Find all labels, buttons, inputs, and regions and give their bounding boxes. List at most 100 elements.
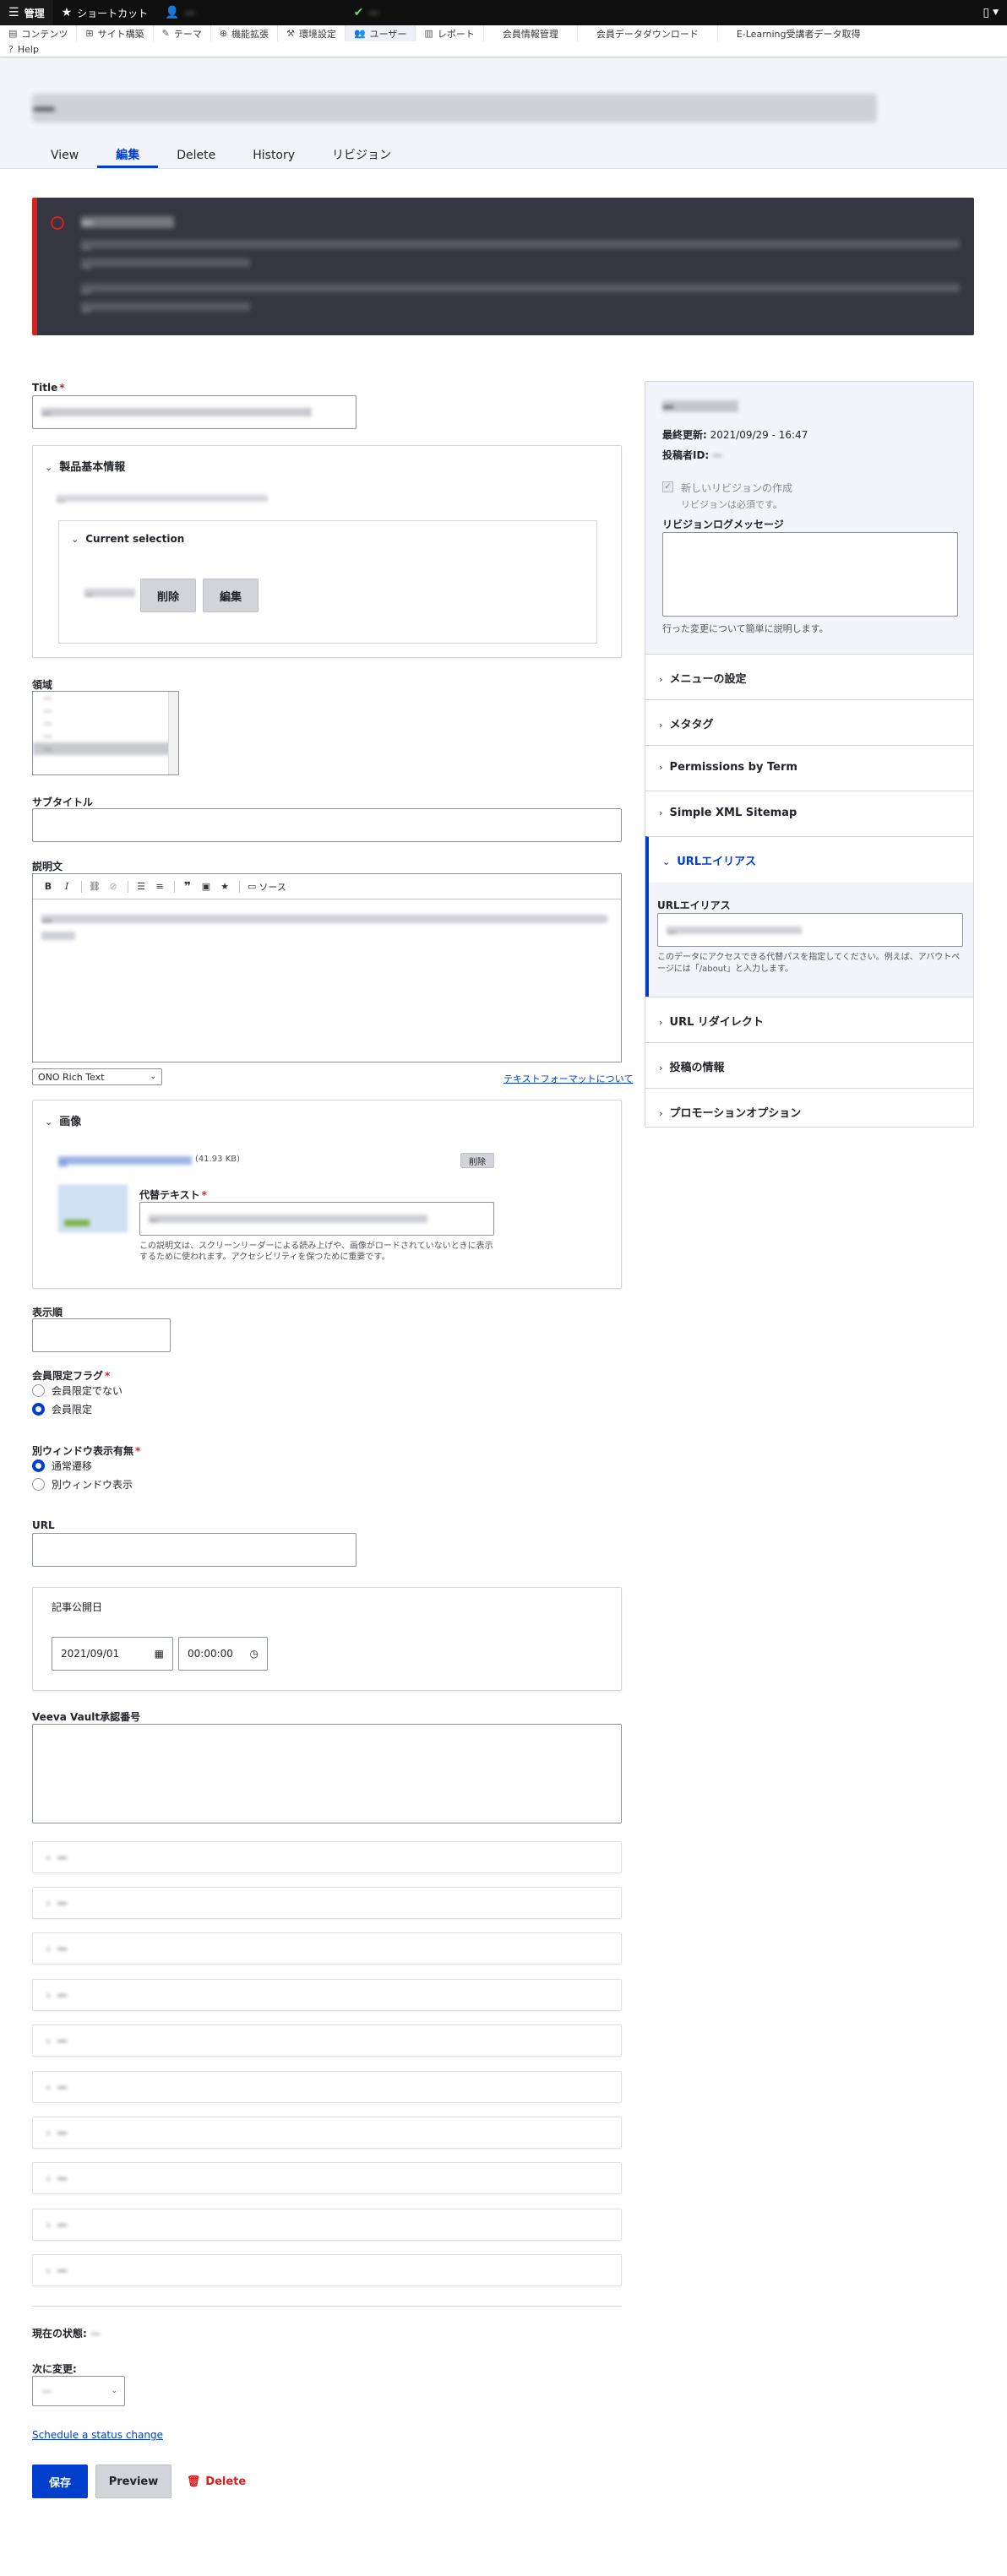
sidebar-item-sitemap[interactable]: › Simple XML Sitemap bbox=[645, 791, 973, 836]
display-order-input[interactable] bbox=[32, 1318, 171, 1352]
revision-log-textarea[interactable] bbox=[662, 532, 958, 617]
publish-time-input[interactable]: 00:00:00 ◷ bbox=[178, 1637, 268, 1671]
new-window-option-new[interactable]: 別ウィンドウ表示 bbox=[32, 1477, 133, 1492]
subtitle-input[interactable] bbox=[32, 808, 622, 842]
collapsed-group[interactable]: › — bbox=[32, 2024, 622, 2057]
chevron-down-icon: ⌄ bbox=[150, 1073, 156, 1081]
new-window-option-normal[interactable]: 通常遷移 bbox=[32, 1459, 92, 1473]
subscription-status[interactable]: ✔ — bbox=[346, 0, 580, 25]
numbered-list-icon[interactable]: ≡ bbox=[151, 878, 168, 895]
tray-item-help[interactable]: ? Help bbox=[0, 41, 47, 57]
publish-date-input[interactable]: 2021/09/01 ▦ bbox=[52, 1637, 173, 1671]
url-input[interactable] bbox=[32, 1533, 357, 1567]
sidebar-item-promotion[interactable]: › プロモーションオプション bbox=[645, 1088, 973, 1127]
tray-item-elearning[interactable]: E-Learning受講者データ取得 bbox=[718, 25, 879, 41]
italic-icon[interactable]: I bbox=[58, 878, 75, 895]
tray-item-people[interactable]: 👥 ユーザー bbox=[345, 25, 416, 41]
field-area-option[interactable]: — bbox=[33, 704, 178, 717]
collapsed-group[interactable]: › — bbox=[32, 2209, 622, 2241]
bulleted-list-icon[interactable]: ☰ bbox=[133, 878, 150, 895]
product-info-summary[interactable]: ⌄ 製品基本情報 bbox=[45, 458, 125, 474]
sidebar-item-authoring[interactable]: › 投稿の情報 bbox=[645, 1042, 973, 1088]
schedule-status-link[interactable]: Schedule a status change bbox=[32, 2429, 163, 2441]
text-format-select[interactable]: ONO Rich Text ⌄ bbox=[32, 1068, 162, 1085]
user-menu[interactable]: 👤 — bbox=[156, 0, 345, 25]
tray-item-members[interactable]: 会員情報管理 bbox=[484, 25, 578, 41]
chevron-down-icon: ⌄ bbox=[111, 2387, 117, 2395]
member-flag-option-no[interactable]: 会員限定でない bbox=[32, 1383, 122, 1398]
image-file-link[interactable]: — bbox=[58, 1156, 192, 1167]
collapsed-group[interactable]: › — bbox=[32, 1932, 622, 1965]
collapsed-group[interactable]: › — bbox=[32, 2254, 622, 2286]
description-body[interactable]: — bbox=[41, 915, 607, 927]
current-selection-summary[interactable]: ⌄ Current selection bbox=[71, 533, 184, 545]
next-state-select[interactable]: — ⌄ bbox=[32, 2376, 125, 2406]
link-icon[interactable]: ⛓ bbox=[86, 878, 103, 895]
sidebar-item-metatags[interactable]: › メタタグ bbox=[645, 699, 973, 745]
alt-text-input[interactable]: — bbox=[139, 1202, 494, 1236]
collapsed-group[interactable]: › — bbox=[32, 1841, 622, 1873]
preview-button[interactable]: Preview bbox=[95, 2465, 171, 2498]
text-format-link[interactable]: テキストフォーマットについて bbox=[504, 1072, 633, 1085]
sidebar-item-url-redirect[interactable]: › URL リダイレクト bbox=[645, 997, 973, 1042]
source-button[interactable]: ▭ ソース bbox=[244, 878, 290, 895]
field-area-option[interactable]: — bbox=[33, 730, 178, 742]
save-button[interactable]: 保存 bbox=[32, 2465, 88, 2498]
field-area-option[interactable]: — bbox=[33, 692, 178, 704]
field-area-option[interactable]: — bbox=[33, 742, 178, 755]
tray-item-extend[interactable]: ⊕ 機能拡張 bbox=[211, 25, 279, 41]
veeva-textarea[interactable] bbox=[32, 1724, 622, 1823]
shortcuts-menu[interactable]: ★ ショートカット bbox=[53, 0, 157, 25]
chevron-right-icon: › bbox=[659, 1108, 663, 1119]
collapsed-group[interactable]: › — bbox=[32, 1979, 622, 2011]
tray-item-content[interactable]: ▤ コンテンツ bbox=[0, 25, 78, 41]
tab-view[interactable]: View bbox=[32, 143, 97, 168]
collapsed-group[interactable]: › — bbox=[32, 2117, 622, 2149]
tab-revisions[interactable]: リビジョン bbox=[313, 143, 410, 168]
collapsed-group[interactable]: › — bbox=[32, 2162, 622, 2194]
star-icon[interactable]: ★ bbox=[216, 878, 233, 895]
description-label: 説明文 bbox=[32, 861, 63, 872]
page-header: — View 編集 Delete History リビジョン bbox=[0, 58, 1007, 169]
title-input[interactable]: — bbox=[32, 395, 357, 429]
remove-button[interactable]: 削除 bbox=[140, 579, 196, 612]
tab-edit[interactable]: 編集 bbox=[97, 143, 159, 168]
tray-item-member-download[interactable]: 会員データダウンロード bbox=[578, 25, 718, 41]
url-alias-toggle[interactable]: ⌄ URLエイリアス bbox=[662, 852, 756, 868]
edit-button[interactable]: 編集 bbox=[203, 579, 259, 612]
unlink-icon[interactable]: ⊘ bbox=[105, 878, 122, 895]
collapsed-group[interactable]: › — bbox=[32, 2071, 622, 2103]
chevron-right-icon: › bbox=[659, 807, 663, 818]
field-area-option[interactable]: — bbox=[33, 717, 178, 730]
image-summary[interactable]: ⌄ 画像 bbox=[45, 1112, 81, 1128]
member-flag-option-yes[interactable]: 会員限定 bbox=[32, 1402, 92, 1416]
collapsed-group[interactable]: › — bbox=[32, 1887, 622, 1919]
tab-delete[interactable]: Delete bbox=[158, 143, 234, 168]
image-remove-button[interactable]: 削除 bbox=[460, 1153, 494, 1168]
chevron-right-icon: › bbox=[659, 1062, 663, 1073]
manage-menu[interactable]: ☰ 管理 bbox=[0, 0, 53, 25]
tray-item-structure[interactable]: ⊞ サイト構築 bbox=[77, 25, 154, 41]
scrollbar[interactable] bbox=[168, 692, 178, 774]
bold-icon[interactable]: B bbox=[40, 878, 57, 895]
tray-item-config[interactable]: ⚒ 環境設定 bbox=[278, 25, 346, 41]
url-alias-input[interactable]: — bbox=[657, 913, 963, 947]
tab-history[interactable]: History bbox=[234, 143, 313, 168]
new-window-label: 別ウィンドウ表示有無 * bbox=[32, 1445, 141, 1457]
field-area-select[interactable]: — — — — — bbox=[32, 691, 179, 775]
sidebar-item-menu-settings[interactable]: › メニューの設定 bbox=[645, 654, 973, 699]
delete-button[interactable]: 🗑 Delete bbox=[186, 2465, 247, 2498]
new-revision-checkbox[interactable]: ✓ bbox=[662, 481, 673, 492]
tray-item-reports[interactable]: ▥ レポート bbox=[416, 25, 484, 41]
help-icon: ? bbox=[8, 44, 14, 55]
new-revision-help: リビジョンは必須です。 bbox=[681, 499, 782, 510]
tray-item-appearance[interactable]: ✎ テーマ bbox=[154, 25, 211, 41]
sidebar-item-permissions[interactable]: › Permissions by Term bbox=[645, 745, 973, 791]
clock-icon: ◷ bbox=[249, 1648, 259, 1660]
blockquote-icon[interactable]: ❞ bbox=[179, 878, 196, 895]
error-line-3: — bbox=[81, 284, 960, 298]
toolbar-orientation[interactable]: ▯ ▼ bbox=[983, 0, 999, 25]
chevron-down-icon: ⌄ bbox=[45, 462, 53, 473]
image-icon[interactable]: ▣ bbox=[198, 878, 215, 895]
error-title: — bbox=[81, 216, 174, 230]
